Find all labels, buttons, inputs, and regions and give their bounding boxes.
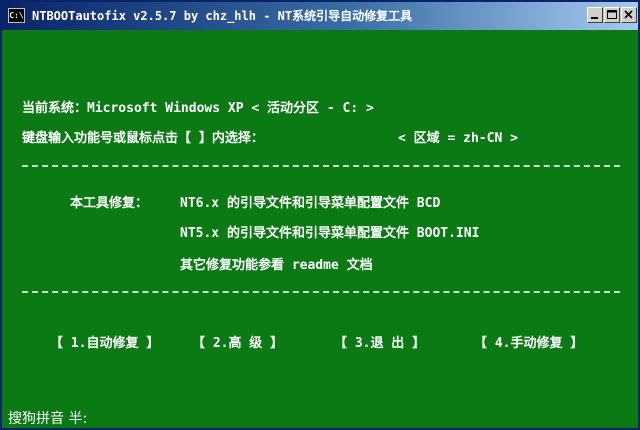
minimize-icon bbox=[591, 17, 598, 19]
ime-status-bar[interactable]: 搜狗拼音 半: bbox=[8, 408, 87, 428]
separator-bottom bbox=[22, 291, 620, 293]
maximize-icon bbox=[607, 10, 617, 19]
close-button[interactable] bbox=[621, 7, 637, 23]
close-icon bbox=[624, 10, 633, 19]
repair-nt6-line: NT6.x 的引导文件和引导菜单配置文件 BCD bbox=[180, 196, 441, 211]
repair-nt5-line: NT5.x 的引导文件和引导菜单配置文件 BOOT.INI bbox=[180, 226, 480, 241]
console-icon[interactable]: C:\ bbox=[8, 8, 25, 23]
prompt-line: 键盘输入功能号或鼠标点击【 】内选择： bbox=[22, 131, 264, 146]
window-title: NTBOOTautofix v2.5.7 by chz_hlh - NT系统引导… bbox=[32, 9, 413, 23]
console-area: 当前系统：Microsoft Windows XP < 活动分区 - C: > … bbox=[2, 30, 638, 428]
current-system-line: 当前系统：Microsoft Windows XP < 活动分区 - C: > bbox=[22, 101, 374, 116]
advanced-button[interactable]: 【 2.高 级 】 bbox=[192, 332, 283, 351]
console-window: C:\ NTBOOTautofix v2.5.7 by chz_hlh - NT… bbox=[0, 0, 640, 430]
separator-top bbox=[22, 165, 620, 167]
auto-repair-button[interactable]: 【 1.自动修复 】 bbox=[50, 332, 159, 351]
manual-repair-button[interactable]: 【 4.手动修复 】 bbox=[474, 332, 583, 351]
maximize-button[interactable] bbox=[604, 7, 620, 23]
repair-heading: 本工具修复： bbox=[70, 196, 149, 211]
repair-other-line: 其它修复功能参看 readme 文档 bbox=[180, 258, 373, 273]
region-line: < 区域 = zh-CN > bbox=[398, 131, 518, 146]
minimize-button[interactable] bbox=[587, 7, 603, 23]
title-bar[interactable]: C:\ NTBOOTautofix v2.5.7 by chz_hlh - NT… bbox=[2, 2, 638, 30]
exit-button[interactable]: 【 3.退 出 】 bbox=[334, 332, 425, 351]
